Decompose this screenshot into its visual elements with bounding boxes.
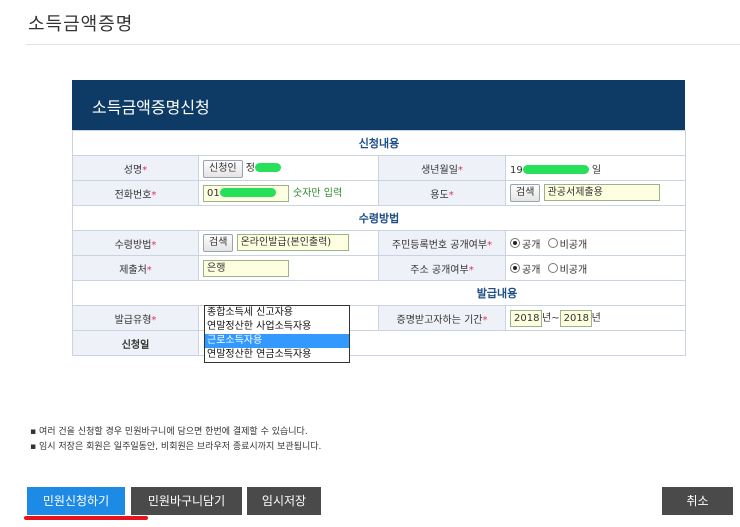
highlight-underline — [24, 516, 148, 520]
phone-input[interactable]: 01 — [203, 184, 289, 202]
section-receive: 수령방법 — [71, 205, 687, 231]
form-header: 소득금액증명신청 — [72, 80, 685, 130]
rrn-private-radio[interactable] — [547, 238, 558, 248]
redacted-birth — [522, 165, 589, 174]
section-issue: 발급내용 — [71, 280, 687, 306]
name-cell: 신청인 정 — [198, 155, 379, 181]
receive-method-label: 수령방법* — [72, 230, 199, 256]
purpose-label: 용도* — [378, 180, 506, 206]
cancel-button[interactable]: 취소 — [662, 487, 733, 515]
birth-prefix: 19 — [510, 164, 523, 176]
period-to-unit: 년 — [591, 313, 601, 325]
dropdown-option[interactable]: 연말정산한 사업소득자용 — [205, 320, 349, 334]
apply-button[interactable]: 민원신청하기 — [27, 487, 125, 515]
section-apply: 신청내용 — [71, 130, 687, 156]
dropdown-option-selected[interactable]: 근로소득자용 — [205, 334, 349, 348]
notice-item: ▪ 임시 저장은 회원은 일주일동안, 비회원은 브라우저 종료시까지 보관됩니… — [30, 442, 322, 452]
phone-label: 전화번호* — [72, 180, 199, 206]
receive-method-cell: 검색 온라인발급(본인출력) — [198, 230, 379, 256]
name-value: 정 — [245, 162, 255, 174]
page-title: 소득금액증명 — [28, 14, 134, 35]
name-label: 성명* — [72, 155, 199, 181]
receive-method-input[interactable]: 온라인발급(본인출력) — [236, 233, 349, 251]
period-from-input[interactable]: 2018 — [510, 309, 542, 327]
add-to-basket-button[interactable]: 민원바구니담기 — [131, 487, 242, 515]
issue-type-label: 발급유형* — [72, 305, 199, 331]
phone-cell: 01 숫자만 입력 — [198, 180, 379, 206]
notice-list: ▪ 여러 건을 신청할 경우 민원바구니에 담으면 한번에 결제할 수 있습니다… — [30, 425, 321, 455]
birth-suffix: 일 — [591, 164, 602, 176]
period-label: 증명받고자하는 기간* — [378, 305, 506, 331]
birth-cell: 19 일 — [504, 155, 687, 181]
purpose-search-button[interactable]: 검색 — [510, 184, 541, 203]
address-private-radio[interactable] — [547, 263, 558, 273]
birth-label: 생년월일* — [378, 155, 506, 181]
application-form: 소득금액증명신청 신청내용 성명* 신청인 정 생년월일* 19 일 전화번호*… — [71, 80, 687, 356]
dropdown-option[interactable]: 종합소득세 신고자용 — [205, 306, 349, 320]
submit-to-label: 제출처* — [72, 255, 199, 281]
purpose-cell: 검색 관공서제출용 — [504, 180, 687, 206]
phone-hint: 숫자만 입력 — [293, 188, 343, 200]
purpose-input[interactable]: 관공서제출용 — [543, 183, 660, 201]
apply-date-label: 신청일 — [72, 330, 199, 356]
rrn-disclosure-cell: 공개 비공개 — [504, 230, 687, 256]
submit-to-cell: 은행 — [198, 255, 379, 281]
receive-search-button[interactable]: 검색 — [203, 234, 234, 253]
address-public-radio[interactable] — [510, 263, 520, 273]
address-disclosure-label: 주소 공개여부* — [378, 255, 506, 281]
period-from-unit: 년~ — [542, 313, 560, 325]
redacted-name — [255, 163, 281, 172]
rrn-public-radio[interactable] — [510, 238, 520, 248]
period-cell: 2018 년~ 2018 년 — [504, 305, 687, 331]
rrn-disclosure-label: 주민등록번호 공개여부* — [378, 230, 506, 256]
issue-type-dropdown[interactable]: 종합소득세 신고자용 연말정산한 사업소득자용 근로소득자용 연말정산한 연금소… — [204, 305, 350, 363]
temp-save-button[interactable]: 임시저장 — [247, 487, 321, 515]
period-to-input[interactable]: 2018 — [559, 309, 592, 327]
title-divider — [26, 44, 740, 45]
notice-item: ▪ 여러 건을 신청할 경우 민원바구니에 담으면 한번에 결제할 수 있습니다… — [30, 427, 308, 437]
applicant-button[interactable]: 신청인 — [203, 159, 243, 178]
dropdown-option[interactable]: 연말정산한 연금소득자용 — [205, 348, 349, 362]
submit-to-input[interactable]: 은행 — [203, 259, 289, 277]
address-disclosure-cell: 공개 비공개 — [504, 255, 687, 281]
form-table: 신청내용 성명* 신청인 정 생년월일* 19 일 전화번호* 01 숫자만 입력… — [71, 130, 687, 356]
